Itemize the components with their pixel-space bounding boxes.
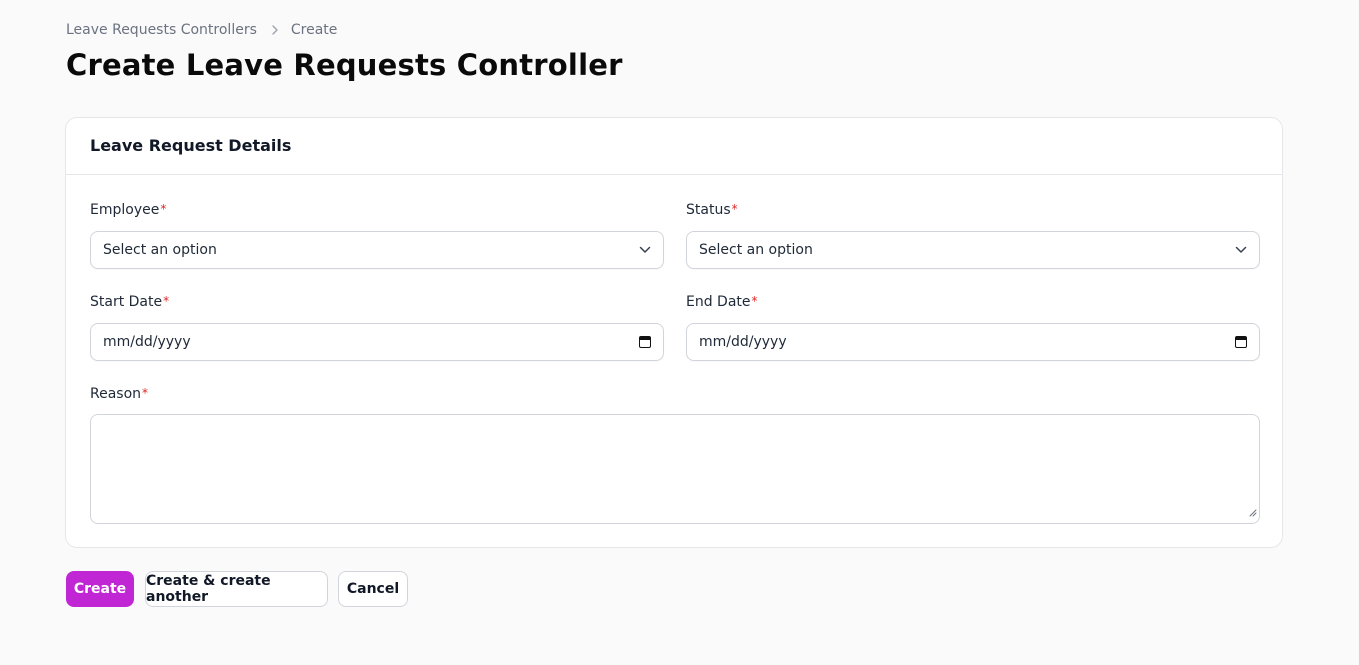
employee-label: Employee* <box>90 202 166 218</box>
required-mark: * <box>751 294 758 308</box>
resize-handle-icon[interactable] <box>1249 502 1257 521</box>
end-date-label: End Date* <box>686 294 758 310</box>
start-date-input[interactable]: mm/dd/yyyy <box>90 323 664 361</box>
create-button[interactable]: Create <box>66 571 134 607</box>
chevron-down-icon <box>639 246 651 254</box>
status-label: Status* <box>686 202 738 218</box>
start-date-label: Start Date* <box>90 294 169 310</box>
form-card: Leave Request Details Employee* Select a… <box>65 117 1283 548</box>
page: Leave Requests Controllers Create Create… <box>0 0 1359 665</box>
end-date-placeholder: mm/dd/yyyy <box>699 334 787 350</box>
reason-label-text: Reason <box>90 386 142 402</box>
start-date-placeholder: mm/dd/yyyy <box>103 334 191 350</box>
breadcrumb-item-create: Create <box>290 22 338 38</box>
employee-select[interactable]: Select an option <box>90 231 664 269</box>
status-label-text: Status <box>686 202 731 218</box>
chevron-down-icon <box>1235 246 1247 254</box>
status-select[interactable]: Select an option <box>686 231 1260 269</box>
cancel-button[interactable]: Cancel <box>338 571 408 607</box>
start-date-label-text: Start Date <box>90 294 163 310</box>
required-mark: * <box>160 202 167 216</box>
employee-label-text: Employee <box>90 202 160 218</box>
required-mark: * <box>731 202 738 216</box>
status-select-value: Select an option <box>699 242 813 258</box>
breadcrumb-item-leave-requests[interactable]: Leave Requests Controllers <box>66 22 257 38</box>
page-title: Create Leave Requests Controller <box>66 48 623 82</box>
end-date-input[interactable]: mm/dd/yyyy <box>686 323 1260 361</box>
section-title: Leave Request Details <box>66 118 1282 175</box>
employee-select-value: Select an option <box>103 242 217 258</box>
calendar-icon[interactable] <box>1235 336 1247 348</box>
breadcrumb: Leave Requests Controllers Create <box>66 22 337 38</box>
reason-label: Reason* <box>90 386 148 402</box>
reason-textarea[interactable] <box>90 414 1260 524</box>
required-mark: * <box>163 294 170 308</box>
end-date-label-text: End Date <box>686 294 751 310</box>
calendar-icon[interactable] <box>639 336 651 348</box>
create-another-button[interactable]: Create & create another <box>145 571 328 607</box>
chevron-right-icon <box>271 25 279 35</box>
required-mark: * <box>142 386 149 400</box>
